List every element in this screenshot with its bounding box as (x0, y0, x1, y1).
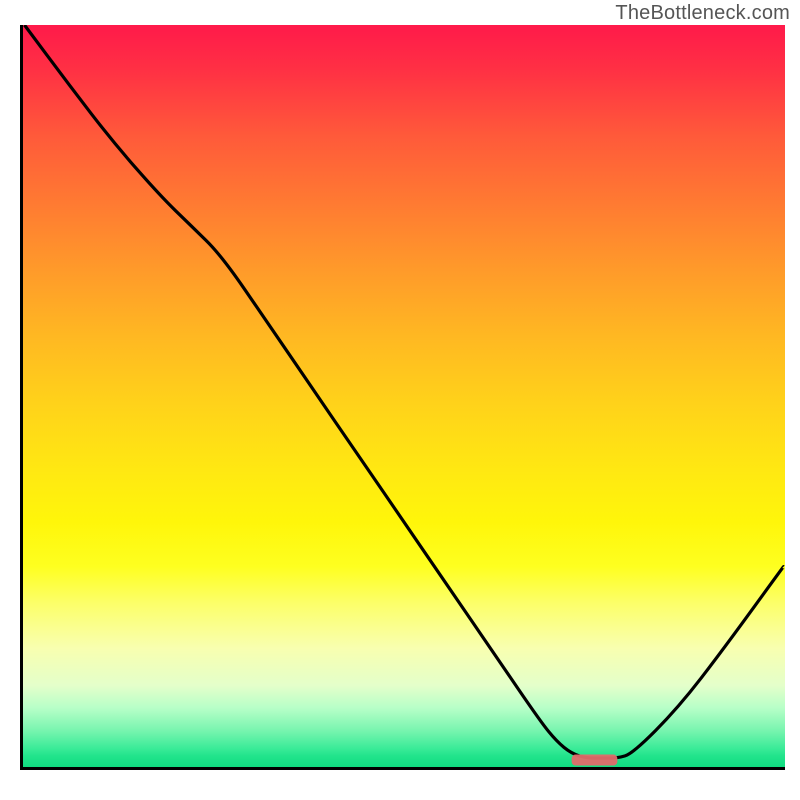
chart-container: TheBottleneck.com (0, 0, 800, 800)
plot-area (20, 25, 785, 770)
gradient-background (23, 25, 785, 767)
watermark-text: TheBottleneck.com (615, 2, 790, 25)
